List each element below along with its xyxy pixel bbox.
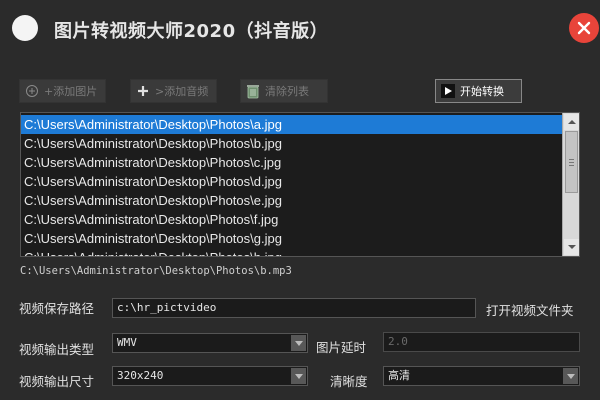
file-list-item[interactable]: C:\Users\Administrator\Desktop\Photos\g.… bbox=[21, 229, 563, 248]
clarity-select[interactable]: 高清 bbox=[383, 366, 580, 386]
app-title: 图片转视频大师2020（抖音版） bbox=[54, 21, 329, 42]
scroll-up-button[interactable] bbox=[564, 114, 579, 130]
chevron-down-icon bbox=[294, 340, 303, 346]
chevron-up-icon bbox=[567, 120, 576, 124]
image-delay-input[interactable]: 2.0 bbox=[383, 332, 580, 352]
chevron-down-icon bbox=[294, 373, 303, 379]
add-audio-label: >添加音频 bbox=[155, 85, 209, 98]
file-list[interactable]: C:\Users\Administrator\Desktop\Photos\a.… bbox=[20, 112, 580, 257]
output-type-label: 视频输出类型 bbox=[19, 342, 95, 357]
grip-line bbox=[569, 162, 574, 163]
file-list-item[interactable]: C:\Users\Administrator\Desktop\Photos\f.… bbox=[21, 210, 563, 229]
app-logo-icon bbox=[12, 15, 38, 41]
output-type-value: WMV bbox=[117, 336, 137, 349]
open-folder-link[interactable]: 打开视频文件夹 bbox=[486, 300, 574, 319]
output-size-label: 视频输出尺寸 bbox=[19, 374, 95, 389]
vertical-scrollbar[interactable] bbox=[562, 113, 579, 256]
output-type-select[interactable]: WMV bbox=[112, 333, 308, 353]
audio-path: C:\Users\Administrator\Desktop\Photos\b.… bbox=[20, 265, 292, 277]
dropdown-arrow[interactable] bbox=[563, 368, 578, 384]
clarity-label: 清晰度 bbox=[330, 374, 368, 389]
scroll-thumb[interactable] bbox=[565, 131, 578, 193]
clarity-value: 高清 bbox=[388, 369, 410, 382]
chevron-down-icon bbox=[567, 245, 576, 249]
file-list-rows: C:\Users\Administrator\Desktop\Photos\a.… bbox=[21, 115, 563, 256]
image-delay-label: 图片延时 bbox=[316, 340, 367, 355]
play-icon bbox=[441, 84, 455, 98]
output-size-value: 320x240 bbox=[117, 369, 164, 382]
save-path-label: 视频保存路径 bbox=[19, 301, 95, 316]
add-image-icon bbox=[25, 84, 39, 98]
file-list-item[interactable]: C:\Users\Administrator\Desktop\Photos\d.… bbox=[21, 172, 563, 191]
close-button[interactable] bbox=[569, 13, 599, 43]
grip-line bbox=[569, 159, 574, 160]
add-image-label: +添加图片 bbox=[44, 85, 98, 98]
dropdown-arrow[interactable] bbox=[291, 335, 306, 351]
file-list-item[interactable]: C:\Users\Administrator\Desktop\Photos\h.… bbox=[21, 248, 563, 256]
plus-icon bbox=[136, 84, 150, 98]
scroll-down-button[interactable] bbox=[564, 239, 579, 255]
title-bar: 图片转视频大师2020（抖音版） bbox=[0, 0, 600, 58]
chevron-down-icon bbox=[566, 373, 575, 379]
file-list-item[interactable]: C:\Users\Administrator\Desktop\Photos\a.… bbox=[21, 115, 563, 134]
app-window: 图片转视频大师2020（抖音版） +添加图片 >添加音频 清除列表 开始转换 C… bbox=[0, 0, 600, 400]
clear-list-label: 清除列表 bbox=[265, 85, 309, 98]
recycle-bin-icon bbox=[246, 84, 260, 99]
start-convert-button[interactable]: 开始转换 bbox=[435, 79, 522, 103]
add-image-button[interactable]: +添加图片 bbox=[19, 79, 106, 103]
file-list-item[interactable]: C:\Users\Administrator\Desktop\Photos\c.… bbox=[21, 153, 563, 172]
dropdown-arrow[interactable] bbox=[291, 368, 306, 384]
start-convert-label: 开始转换 bbox=[460, 85, 504, 98]
save-path-input[interactable]: c:\hr_pictvideo bbox=[112, 298, 476, 318]
grip-line bbox=[569, 165, 574, 166]
output-size-select[interactable]: 320x240 bbox=[112, 366, 308, 386]
clear-list-button[interactable]: 清除列表 bbox=[240, 79, 328, 103]
close-icon bbox=[577, 21, 591, 35]
file-list-item[interactable]: C:\Users\Administrator\Desktop\Photos\e.… bbox=[21, 191, 563, 210]
file-list-item[interactable]: C:\Users\Administrator\Desktop\Photos\b.… bbox=[21, 134, 563, 153]
add-audio-button[interactable]: >添加音频 bbox=[130, 79, 217, 103]
